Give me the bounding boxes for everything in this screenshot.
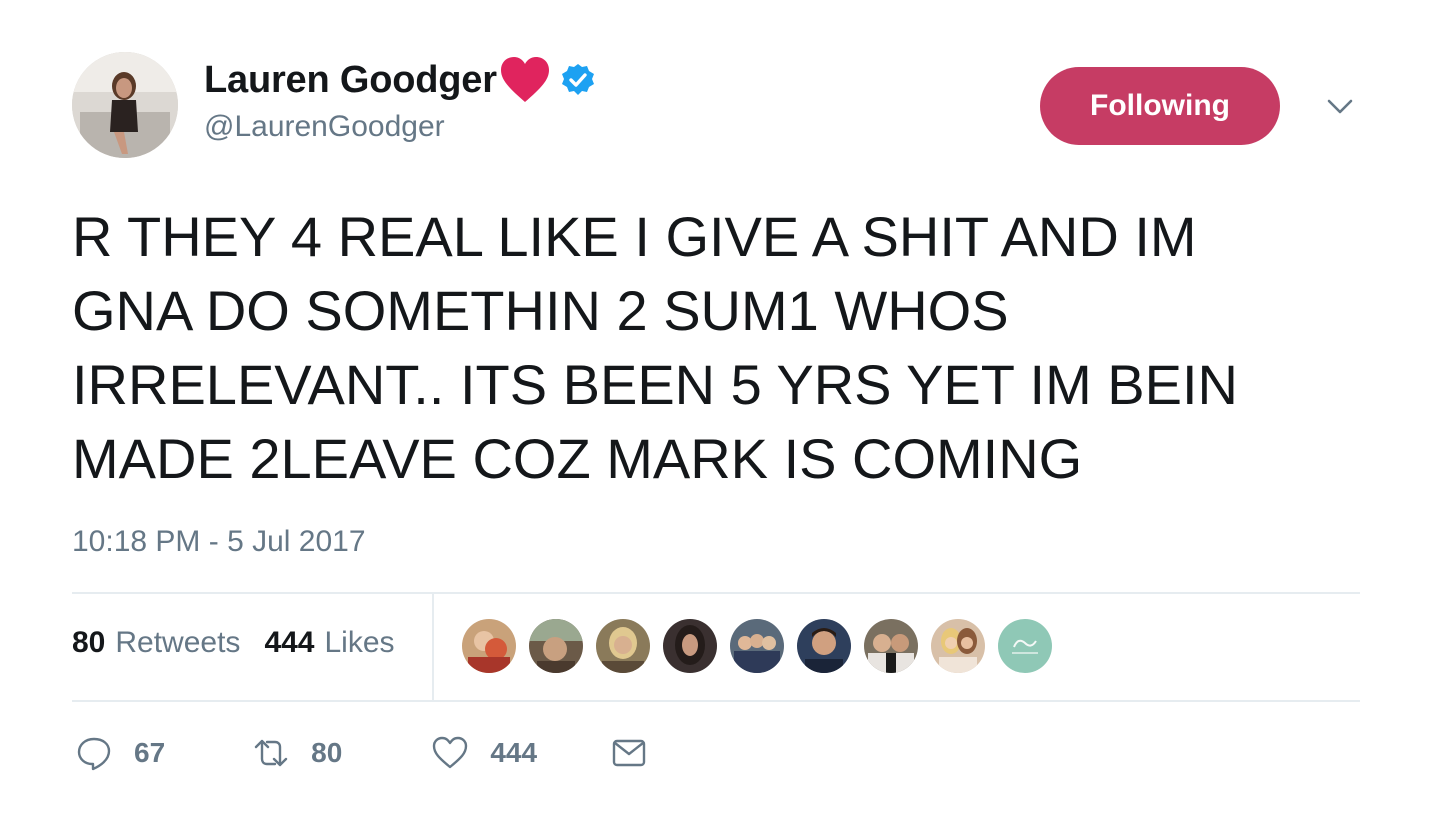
retweet-action[interactable]: 80 xyxy=(253,735,342,771)
stats-divider xyxy=(432,592,434,701)
reply-count: 67 xyxy=(134,737,166,768)
tweet-actions: 67 80 444 xyxy=(76,733,647,773)
display-name[interactable]: Lauren Goodger xyxy=(204,59,497,102)
retweets-label: Retweets xyxy=(115,626,241,659)
user-handle[interactable]: @LaurenGoodger xyxy=(204,110,445,144)
direct-message-icon xyxy=(612,739,646,767)
verified-badge-icon xyxy=(561,64,594,95)
liker-avatar[interactable] xyxy=(730,619,784,673)
liker-avatar[interactable] xyxy=(931,619,985,673)
profile-avatar[interactable] xyxy=(72,52,178,158)
chevron-down-icon[interactable] xyxy=(1325,96,1355,118)
like-action[interactable]: 444 xyxy=(432,735,537,771)
likes-label: Likes xyxy=(324,626,395,659)
tweet-text-line: IRRELEVANT.. ITS BEEN 5 YRS YET IM BEIN xyxy=(72,353,1238,416)
tweet-card: Lauren Goodger @LaurenGoodger Following … xyxy=(0,0,1440,817)
liker-avatar[interactable] xyxy=(462,619,516,673)
reply-icon xyxy=(77,737,111,771)
tweet-text-line: GNA DO SOMETHIN 2 SUM1 WHOS xyxy=(72,279,1009,342)
likes-count: 444 xyxy=(264,626,315,659)
like-icon xyxy=(433,736,468,769)
tweet-text-line: R THEY 4 REAL LIKE I GIVE A SHIT AND IM xyxy=(72,205,1197,268)
tweet-text: R THEY 4 REAL LIKE I GIVE A SHIT AND IM … xyxy=(72,200,1372,496)
likes-stat[interactable]: 444 Likes xyxy=(264,626,394,660)
liker-avatar[interactable] xyxy=(998,619,1052,673)
following-button[interactable]: Following xyxy=(1040,67,1280,145)
direct-message-action[interactable] xyxy=(611,735,647,771)
liker-avatars xyxy=(462,619,1065,673)
divider xyxy=(72,592,1360,594)
retweets-count: 80 xyxy=(72,626,106,659)
tweet-text-line: MADE 2LEAVE COZ MARK IS COMING xyxy=(72,427,1083,490)
heart-icon xyxy=(500,57,549,102)
retweet-icon xyxy=(254,739,288,767)
reply-action[interactable]: 67 xyxy=(76,735,165,771)
divider xyxy=(72,700,1360,702)
retweets-stat[interactable]: 80 Retweets xyxy=(72,626,240,660)
liker-avatar[interactable] xyxy=(797,619,851,673)
tweet-stats: 80 Retweets 444 Likes xyxy=(72,626,395,660)
retweet-count: 80 xyxy=(311,737,343,768)
liker-avatar[interactable] xyxy=(663,619,717,673)
name-row: Lauren Goodger xyxy=(204,56,595,104)
tweet-timestamp[interactable]: 10:18 PM - 5 Jul 2017 xyxy=(72,525,366,559)
liker-avatar[interactable] xyxy=(529,619,583,673)
liker-avatar[interactable] xyxy=(864,619,918,673)
liker-avatar[interactable] xyxy=(596,619,650,673)
like-count: 444 xyxy=(490,737,538,768)
